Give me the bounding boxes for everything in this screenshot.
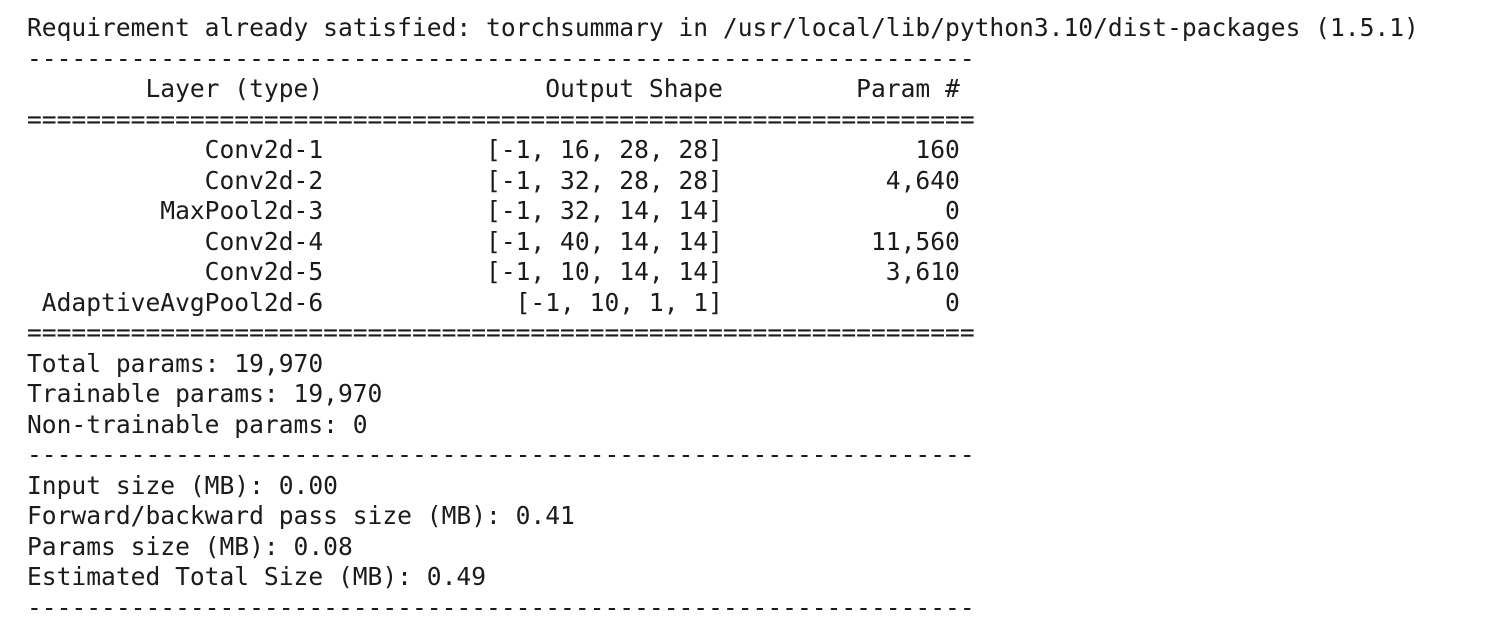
table-header-row: Layer (type) Output Shape Param # xyxy=(27,74,960,103)
table-row: Conv2d-2 [-1, 32, 28, 28] 4,640 xyxy=(27,165,960,195)
forward-backward-size: Forward/backward pass size (MB): 0.41 xyxy=(27,501,575,530)
total-params: Total params: 19,970 xyxy=(27,348,324,378)
non-trainable-params: Non-trainable params: 0 xyxy=(27,409,368,439)
table-row: MaxPool2d-3 [-1, 32, 14, 14] 0 xyxy=(27,196,960,225)
table-row: AdaptiveAvgPool2d-6 [-1, 10, 1, 1] 0 xyxy=(27,287,960,317)
trainable-params: Trainable params: 19,970 xyxy=(27,379,383,408)
divider-equals: ========================================… xyxy=(27,318,975,347)
divider-dash: ----------------------------------------… xyxy=(27,592,975,622)
params-size: Params size (MB): 0.08 xyxy=(27,531,353,561)
table-row: Conv2d-1 [-1, 16, 28, 28] 160 xyxy=(27,135,960,164)
table-row: Conv2d-4 [-1, 40, 14, 14] 11,560 xyxy=(27,226,960,256)
terminal-output: Requirement already satisfied: torchsumm… xyxy=(27,13,1487,623)
divider-dash: ----------------------------------------… xyxy=(27,43,975,73)
divider-equals: ========================================… xyxy=(27,104,975,134)
input-size: Input size (MB): 0.00 xyxy=(27,470,338,500)
estimated-total-size: Estimated Total Size (MB): 0.49 xyxy=(27,562,487,591)
divider-dash: ----------------------------------------… xyxy=(27,440,975,469)
table-row: Conv2d-5 [-1, 10, 14, 14] 3,610 xyxy=(27,257,960,286)
requirement-line: Requirement already satisfied: torchsumm… xyxy=(27,13,1419,42)
